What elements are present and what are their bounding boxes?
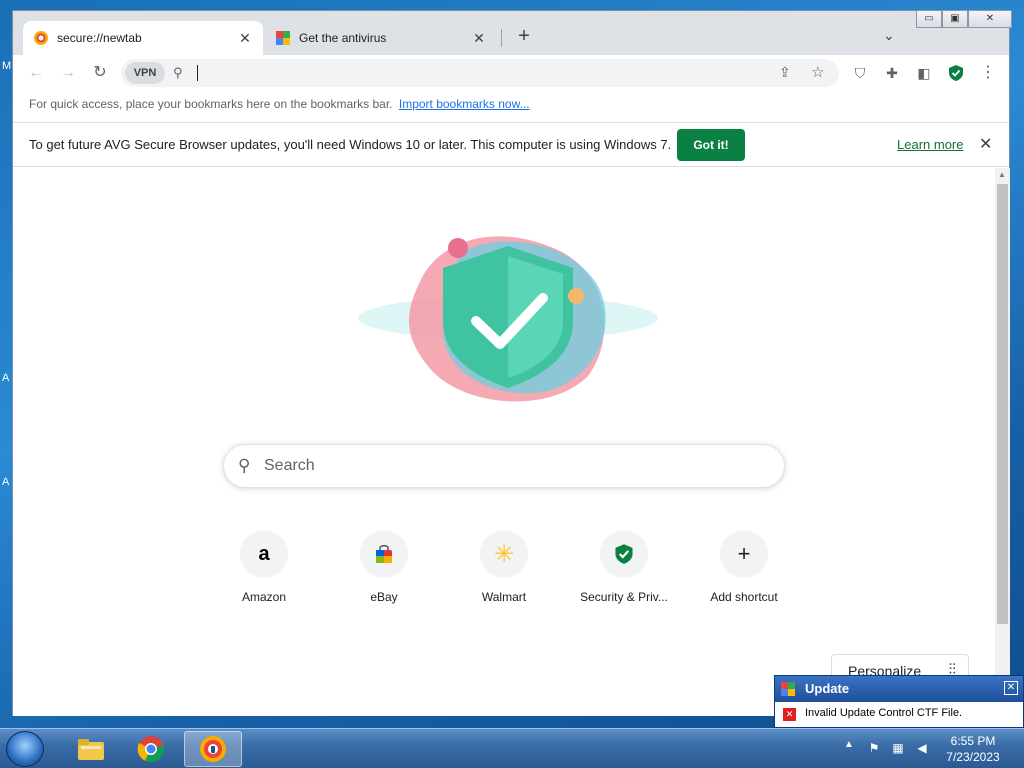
new-tab-page: ⚲ Search a Amazon eBay ✳ Walmart Securit… [13, 168, 995, 716]
address-bar[interactable]: VPN ⚲ ⇪ ☆ [121, 59, 839, 87]
bookmarks-bar: For quick access, place your bookmarks h… [13, 91, 1009, 123]
clock[interactable]: 6:55 PM 7/23/2023 [940, 733, 1006, 765]
notification-message: Invalid Update Control CTF File. [805, 707, 963, 719]
back-arrow-icon[interactable]: ← [25, 62, 47, 84]
shortcut-label: Security & Priv... [580, 590, 668, 604]
search-icon: ⚲ [238, 456, 251, 475]
browser-window: secure://newtab ✕ Get the antivirus ✕ + … [12, 10, 1012, 716]
show-hidden-icons-arrow[interactable]: ▲ [844, 739, 854, 750]
amazon-icon: a [240, 530, 288, 578]
start-button[interactable] [6, 731, 44, 767]
taskbar-explorer[interactable] [62, 731, 120, 767]
avg-logo-icon [781, 682, 795, 696]
desktop-icon-label: A [2, 476, 10, 488]
text-cursor [197, 65, 198, 81]
vpn-button[interactable]: VPN [125, 62, 165, 84]
forward-arrow-icon[interactable]: → [57, 62, 79, 84]
shortcut-security-privacy[interactable]: Security & Priv... [569, 530, 679, 604]
maximize-button[interactable]: ▣ [942, 10, 968, 28]
tab-close-icon[interactable]: ✕ [237, 30, 253, 47]
walmart-spark-icon: ✳ [480, 530, 528, 578]
browser-toolbar: ← → ↻ VPN ⚲ ⇪ ☆ ⛉ ✚ ◧ ⋮ [13, 55, 1009, 91]
avg-browser-icon [34, 31, 48, 45]
taskbar-chrome[interactable] [122, 731, 180, 767]
security-shield-icon[interactable] [947, 64, 965, 82]
folder-icon [78, 739, 104, 760]
search-icon: ⚲ [173, 65, 183, 80]
taskbar-avg-browser[interactable] [184, 731, 242, 767]
scrollbar-thumb[interactable] [997, 184, 1008, 624]
plus-icon: + [720, 530, 768, 578]
bookmarks-hint: For quick access, place your bookmarks h… [29, 97, 393, 111]
scroll-up-arrow-icon[interactable]: ▲ [998, 170, 1006, 179]
extensions-puzzle-icon[interactable]: ✚ [883, 64, 901, 82]
infobar-message: To get future AVG Secure Browser updates… [29, 137, 672, 152]
got-it-button[interactable]: Got it! [677, 129, 745, 161]
infobar-close-icon[interactable]: ✕ [979, 134, 992, 154]
clock-date: 7/23/2023 [946, 750, 1000, 764]
update-notification: Update ✕ ✕ Invalid Update Control CTF Fi… [774, 675, 1024, 728]
tab-search-chevron-icon[interactable]: ⌄ [883, 27, 895, 44]
shortcut-amazon[interactable]: a Amazon [209, 530, 319, 604]
menu-kebab-icon[interactable]: ⋮ [979, 64, 997, 82]
reload-icon[interactable]: ↻ [89, 62, 111, 84]
tab-get-antivirus[interactable]: Get the antivirus ✕ [265, 21, 497, 55]
avg-browser-icon [200, 736, 226, 762]
window-controls: ▭ ▣ ✕ [916, 10, 1012, 28]
tab-separator [501, 29, 502, 47]
network-icon[interactable]: ▦ [890, 741, 906, 757]
minimize-button[interactable]: ▭ [916, 10, 942, 28]
shortcut-label: Walmart [481, 590, 527, 604]
tab-close-icon[interactable]: ✕ [471, 30, 487, 47]
shortcut-label: Amazon [241, 590, 287, 604]
tab-newtab[interactable]: secure://newtab ✕ [23, 21, 263, 55]
ebay-bag-icon [360, 530, 408, 578]
privacy-shield-icon[interactable]: ⛉ [851, 64, 869, 82]
shortcut-walmart[interactable]: ✳ Walmart [449, 530, 559, 604]
tab-strip: secure://newtab ✕ Get the antivirus ✕ + … [13, 10, 1012, 55]
avg-logo-icon [276, 31, 290, 45]
security-illustration [358, 236, 658, 402]
tab-title: secure://newtab [57, 31, 142, 45]
update-infobar: To get future AVG Secure Browser updates… [13, 123, 1009, 167]
notification-title: Update [805, 681, 850, 696]
bookmark-star-icon[interactable]: ☆ [811, 63, 824, 81]
taskbar: ▲ ⚑ ▦ ◀ 6:55 PM 7/23/2023 [0, 728, 1024, 768]
action-center-flag-icon[interactable]: ⚑ [866, 741, 882, 757]
side-panel-icon[interactable]: ◧ [915, 64, 933, 82]
page-scrollbar[interactable]: ▲ [995, 168, 1010, 716]
clock-time: 6:55 PM [950, 734, 996, 748]
notification-body: ✕ Invalid Update Control CTF File. [775, 702, 1023, 721]
notification-header: Update ✕ [775, 676, 1023, 702]
desktop-icon-label: A [2, 372, 10, 384]
new-tab-plus-icon[interactable]: + [513, 25, 535, 47]
import-bookmarks-link[interactable]: Import bookmarks now... [399, 97, 530, 111]
add-shortcut-button[interactable]: + Add shortcut [689, 530, 799, 604]
shortcut-ebay[interactable]: eBay [329, 530, 439, 604]
chrome-icon [137, 736, 164, 763]
tab-title: Get the antivirus [299, 31, 387, 45]
shortcut-label: eBay [370, 590, 398, 604]
close-icon[interactable]: ✕ [1004, 681, 1018, 695]
shield-check-icon [600, 530, 648, 578]
search-placeholder: Search [264, 457, 315, 474]
search-box[interactable]: ⚲ Search [223, 444, 785, 488]
shortcut-label: Add shortcut [710, 590, 778, 604]
error-icon: ✕ [783, 708, 796, 721]
system-tray: ⚑ ▦ ◀ [866, 741, 930, 757]
close-window-button[interactable]: ✕ [968, 10, 1012, 28]
desktop-icon-label: M [2, 60, 12, 72]
share-icon[interactable]: ⇪ [779, 64, 791, 81]
volume-muted-icon[interactable]: ◀ [914, 741, 930, 757]
learn-more-link[interactable]: Learn more [897, 137, 963, 152]
